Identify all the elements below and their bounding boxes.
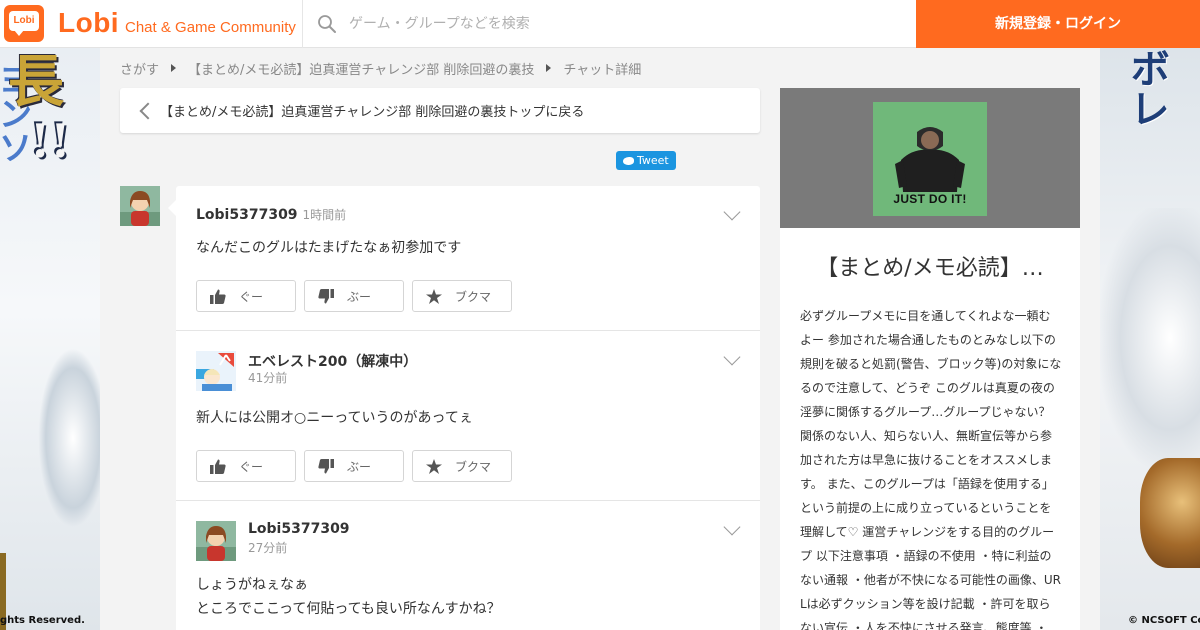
avatar[interactable] xyxy=(120,186,160,226)
bookmark-button[interactable]: ブクマ xyxy=(412,450,512,482)
post-author-line: Lobi5377309 1時間前 xyxy=(196,206,346,223)
site-header: Lobi Lobi Chat & Game Community 新規登録・ログイ… xyxy=(0,0,1200,48)
chat-post: Lobi5377309 1時間前 なんだこのグルはたまげたなぁ初参加です ぐー … xyxy=(176,186,760,331)
group-info-card: JUST DO IT! 【まとめ/メモ必読】… 必ずグループメモに目を通してくれ… xyxy=(780,88,1080,630)
search-icon[interactable] xyxy=(317,14,337,34)
breadcrumb-arrow-icon xyxy=(171,64,177,72)
chevron-down-icon[interactable] xyxy=(723,348,741,366)
group-title[interactable]: 【まとめ/メモ必読】… xyxy=(800,250,1060,282)
good-label: ぐー xyxy=(239,459,264,474)
breadcrumb-arrow-icon xyxy=(546,64,552,72)
avatar[interactable] xyxy=(196,351,236,391)
post-author[interactable]: エベレスト200（解凍中） xyxy=(248,351,417,371)
signup-login-button[interactable]: 新規登録・ログイン xyxy=(916,0,1200,48)
left-ad-exclaim: !! xyxy=(30,114,71,168)
avatar[interactable] xyxy=(196,521,236,561)
search-input[interactable] xyxy=(349,10,889,38)
post-actions: ぐー ぶー ブクマ xyxy=(196,280,512,312)
post-body: 新人には公開オ○ニーっていうのがあってぇ xyxy=(196,410,473,426)
twitter-bird-icon xyxy=(621,151,637,170)
group-description: 必ずグループメモに目を通してくれよな一頼むよー 参加された場合通したものとみなし… xyxy=(800,309,1062,630)
bookmark-label: ブクマ xyxy=(455,289,492,304)
post-actions: ぐー ぶー ブクマ xyxy=(196,450,512,482)
good-label: ぐー xyxy=(239,289,264,304)
post-body-line: しょうがねぇなぁ xyxy=(196,577,308,593)
chat-post: Lobi5377309 27分前 しょうがねぇなぁ ところでここって何貼っても良… xyxy=(176,501,760,630)
right-ad-cloud-graphic xyxy=(1100,208,1200,468)
group-cover: JUST DO IT! xyxy=(780,88,1080,228)
post-body: なんだこのグルはたまげたなぁ初参加です xyxy=(196,240,462,256)
cover-caption: JUST DO IT! xyxy=(893,192,967,206)
thread-pointer xyxy=(168,200,176,216)
back-link-label: 【まとめ/メモ必読】迫真運営チャレンジ部 削除回避の裏技トップに戻る xyxy=(160,105,585,120)
breadcrumb-current: チャット詳細 xyxy=(563,62,642,78)
logo-bubble-text: Lobi xyxy=(9,11,39,31)
breadcrumb-search-link[interactable]: さがす xyxy=(120,59,159,78)
search-bar xyxy=(302,0,916,48)
lobi-logo-icon[interactable]: Lobi xyxy=(4,5,44,42)
thumbs-down-icon xyxy=(305,280,347,312)
tweet-button[interactable]: Tweet xyxy=(616,151,676,170)
good-button[interactable]: ぐー xyxy=(196,450,296,482)
post-time: 41分前 xyxy=(248,371,288,385)
thumbs-up-icon xyxy=(197,280,239,312)
right-side-ad[interactable]: ボレ © NCSOFT Co xyxy=(1100,48,1200,630)
back-to-group-top-link[interactable]: 【まとめ/メモ必読】迫真運営チャレンジ部 削除回避の裏技トップに戻る xyxy=(120,88,760,133)
left-ad-copyright: ghts Reserved. xyxy=(0,615,85,626)
chevron-down-icon[interactable] xyxy=(723,203,741,221)
bookmark-label: ブクマ xyxy=(455,459,492,474)
breadcrumb: さがす 【まとめ/メモ必読】迫真運営チャレンジ部 削除回避の裏技 チャット詳細 xyxy=(120,58,641,78)
brand-name[interactable]: Lobi xyxy=(58,7,119,39)
good-button[interactable]: ぐー xyxy=(196,280,296,312)
right-ad-vertical-text: ボレ xyxy=(1123,48,1169,128)
chevron-left-icon xyxy=(120,88,160,133)
tweet-label: Tweet xyxy=(637,154,669,167)
post-time: 27分前 xyxy=(248,541,288,555)
post-author[interactable]: Lobi5377309 xyxy=(196,207,298,223)
bad-button[interactable]: ぶー xyxy=(304,280,404,312)
chat-post: エベレスト200（解凍中） 41分前 新人には公開オ○ニーっていうのがあってぇ … xyxy=(176,331,760,501)
post-body-line: ところでここって何貼っても良い所なんすかね？ xyxy=(196,601,501,617)
left-side-ad[interactable]: ヨンソ 長 !! ghts Reserved. xyxy=(0,48,100,630)
thumbs-down-icon xyxy=(305,450,347,482)
main-content: さがす 【まとめ/メモ必読】迫真運営チャレンジ部 削除回避の裏技 チャット詳細 … xyxy=(100,48,1100,630)
chevron-down-icon[interactable] xyxy=(723,518,741,536)
chat-thread: Lobi5377309 1時間前 なんだこのグルはたまげたなぁ初参加です ぐー … xyxy=(176,186,760,630)
bad-button[interactable]: ぶー xyxy=(304,450,404,482)
brand-tagline: Chat & Game Community xyxy=(125,19,296,36)
post-time: 1時間前 xyxy=(302,208,347,222)
bad-label: ぶー xyxy=(347,459,372,474)
left-ad-headline: 長 xyxy=(8,49,64,115)
star-icon xyxy=(413,450,455,482)
star-icon xyxy=(413,280,455,312)
logo-bubble-tail xyxy=(14,30,24,36)
right-ad-copyright: © NCSOFT Co xyxy=(1128,615,1200,626)
group-cover-image[interactable]: JUST DO IT! xyxy=(873,102,987,216)
post-author[interactable]: Lobi5377309 xyxy=(248,521,350,537)
bookmark-button[interactable]: ブクマ xyxy=(412,280,512,312)
right-ad-gold-graphic xyxy=(1140,458,1200,568)
breadcrumb-group-link[interactable]: 【まとめ/メモ必読】迫真運営チャレンジ部 削除回避の裏技 xyxy=(188,59,534,78)
bad-label: ぶー xyxy=(347,289,372,304)
left-ad-swirl-graphic xyxy=(38,348,100,528)
thumbs-up-icon xyxy=(197,450,239,482)
